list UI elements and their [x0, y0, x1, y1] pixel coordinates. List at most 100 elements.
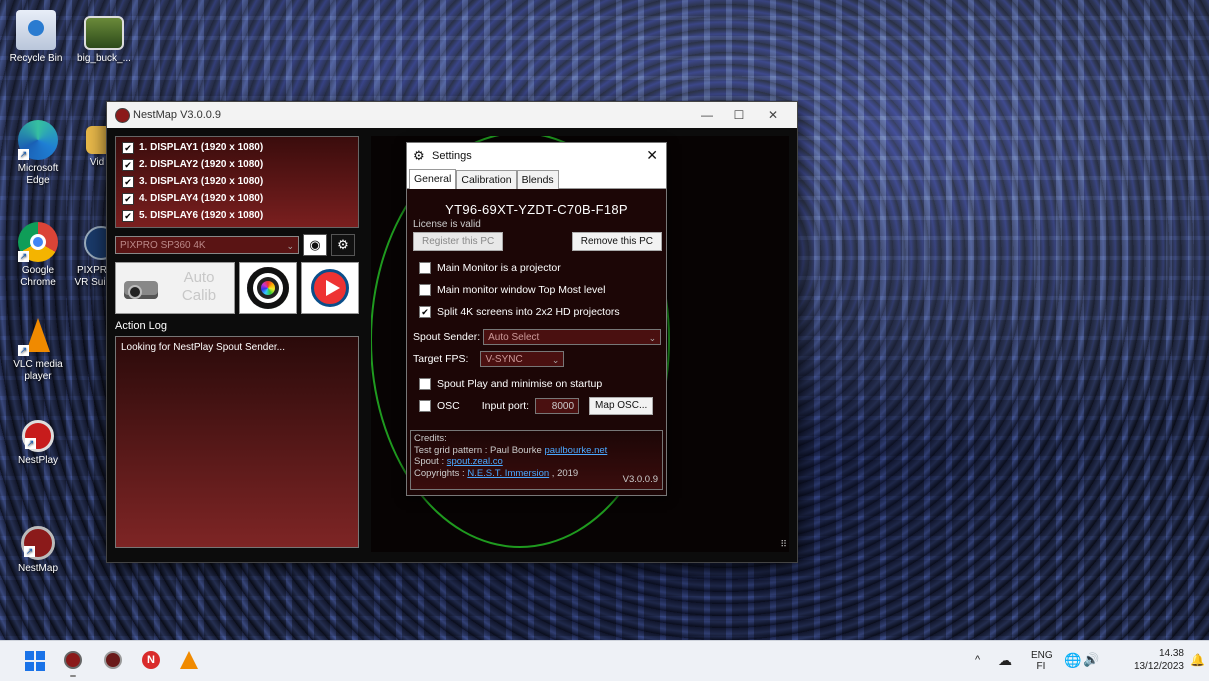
license-status: License is valid — [413, 219, 481, 230]
taskbar-vlc[interactable] — [180, 651, 200, 671]
start-button[interactable] — [25, 651, 45, 671]
tab-general[interactable]: General — [409, 169, 457, 189]
input-port-field[interactable]: 8000 — [535, 398, 580, 414]
option-split-4k[interactable]: ✔ Split 4K screens into 2x2 HD projector… — [419, 301, 666, 323]
desktop-icon-pixpro[interactable]: PIXPR VR Sui — [70, 222, 110, 289]
option-main-monitor-projector[interactable]: Main Monitor is a projector — [419, 257, 666, 279]
settings-dialog[interactable]: ⚙ Settings ✕ General Calibration Blends … — [406, 142, 667, 496]
volume-icon[interactable]: 🔊 — [1083, 652, 1099, 668]
preview-eye-button[interactable]: ◉ — [303, 234, 327, 256]
target-fps-select[interactable]: V-SYNC ⌄ — [480, 351, 565, 367]
desktop-icon-chrome[interactable]: ↗ Google Chrome — [6, 222, 70, 289]
desktop-icon-vlc[interactable]: ↗ VLC media player — [6, 316, 70, 383]
checkbox-unchecked[interactable] — [419, 284, 431, 296]
desktop-icon-vid[interactable]: Vid — [70, 120, 110, 169]
show-hidden-icons-button[interactable]: ^ — [975, 654, 980, 666]
notification-icon[interactable]: 🔔 — [1190, 653, 1205, 667]
display-label: 3. DISPLAY3 (1920 x 1080) — [139, 176, 264, 187]
close-icon[interactable]: ✕ — [646, 147, 658, 164]
desktop-icon-edge[interactable]: ↗ Microsoft Edge — [6, 120, 70, 187]
spout-link[interactable]: spout.zeal.co — [447, 456, 503, 467]
display-label: 5. DISPLAY6 (1920 x 1080) — [139, 210, 264, 221]
keyboard-layout: FI — [1036, 661, 1046, 672]
maximize-button[interactable]: ☐ — [725, 106, 753, 124]
action-log: Looking for NestPlay Spout Sender... — [115, 336, 359, 548]
cloud-sync-icon[interactable]: ☁ — [998, 652, 1012, 669]
action-log-label: Action Log — [115, 320, 167, 332]
auto-calib-button[interactable]: Auto Calib — [115, 262, 235, 314]
checkbox-checked[interactable]: ✔ — [122, 209, 134, 222]
spout-sender-label: Spout Sender: — [413, 331, 481, 343]
gear-icon: ⚙ — [337, 237, 349, 252]
desktop-icon-recycle-bin[interactable]: Recycle Bin — [4, 10, 68, 65]
language-code: ENG — [1031, 650, 1053, 661]
checkbox-checked[interactable]: ✔ — [122, 141, 134, 154]
close-button[interactable]: ✕ — [759, 106, 787, 124]
remove-pc-button[interactable]: Remove this PC — [571, 232, 662, 251]
play-button[interactable] — [301, 262, 359, 314]
option-top-most[interactable]: Main monitor window Top Most level — [419, 279, 666, 301]
camera-row: PIXPRO SP360 4K ⌄ ◉ ⚙ — [115, 234, 363, 256]
credits-text: Spout : — [414, 456, 447, 467]
spout-sender-select[interactable]: Auto Select ⌄ — [483, 329, 662, 345]
display-list[interactable]: ✔ 1. DISPLAY1 (1920 x 1080) ✔ 2. DISPLAY… — [115, 136, 359, 228]
display-item[interactable]: ✔ 1. DISPLAY1 (1920 x 1080) — [122, 139, 358, 156]
recycle-bin-icon — [16, 10, 56, 50]
tool-row: Auto Calib — [115, 262, 363, 314]
nest-immersion-link[interactable]: N.E.S.T. Immersion — [467, 468, 549, 479]
video-file-icon — [84, 16, 124, 50]
option-spout-play[interactable]: Spout Play and minimise on startup — [419, 373, 666, 395]
checkbox-checked[interactable]: ✔ — [419, 306, 431, 318]
language-indicator[interactable]: ENG FI — [1031, 650, 1053, 672]
checkbox-unchecked[interactable] — [419, 400, 431, 412]
clock[interactable]: 14.38 13/12/2023 — [1134, 647, 1184, 673]
taskbar: N ^ ☁ ENG FI 🌐 🔊 14.38 13/12/2023 🔔 — [0, 640, 1209, 681]
map-osc-button[interactable]: Map OSC... — [589, 397, 654, 415]
display-item[interactable]: ✔ 4. DISPLAY4 (1920 x 1080) — [122, 190, 358, 207]
checkbox-checked[interactable]: ✔ — [122, 192, 134, 205]
display-item[interactable]: ✔ 2. DISPLAY2 (1920 x 1080) — [122, 156, 358, 173]
shortcut-arrow-icon: ↗ — [18, 251, 29, 262]
action-log-text: Looking for NestPlay Spout Sender... — [121, 342, 285, 353]
tab-calibration[interactable]: Calibration — [456, 170, 517, 189]
desktop-icon-label: NestMap — [17, 563, 58, 574]
chevron-down-icon: ⌄ — [551, 355, 560, 365]
checkbox-unchecked[interactable] — [419, 378, 431, 390]
desktop-icon-nestmap[interactable]: ↗ NestMap — [6, 526, 70, 575]
credits-text: Test grid pattern : Paul Bourke — [414, 444, 545, 456]
taskbar-nestplay[interactable] — [104, 651, 124, 671]
window-title: NestMap V3.0.0.9 — [133, 109, 222, 121]
desktop-icon-label: Google Chrome — [20, 265, 56, 288]
checkbox-unchecked[interactable] — [419, 262, 431, 274]
display-label: 4. DISPLAY4 (1920 x 1080) — [139, 193, 264, 204]
display-item[interactable]: ✔ 5. DISPLAY6 (1920 x 1080) — [122, 207, 358, 224]
spout-sender-value: Auto Select — [488, 332, 540, 343]
taskbar-app[interactable]: N — [142, 651, 162, 671]
register-pc-button[interactable]: Register this PC — [413, 232, 504, 251]
checkbox-checked[interactable]: ✔ — [122, 175, 134, 188]
minimize-button[interactable]: — — [693, 106, 721, 124]
network-icon[interactable]: 🌐 — [1064, 652, 1081, 669]
desktop-icon-big-buck[interactable]: big_buck_... — [72, 10, 136, 65]
test-pattern-button[interactable] — [239, 262, 297, 314]
nestmap-titlebar[interactable]: NestMap V3.0.0.9 — ☐ ✕ — [107, 102, 797, 128]
osc-row: OSC Input port: 8000 Map OSC... — [419, 395, 666, 417]
windows-logo-icon — [25, 651, 45, 671]
resize-grip-icon[interactable]: ⠿ — [780, 539, 787, 550]
taskbar-nestmap[interactable] — [64, 651, 84, 677]
camera-profile-select[interactable]: PIXPRO SP360 4K ⌄ — [115, 236, 299, 254]
checkbox-checked[interactable]: ✔ — [122, 158, 134, 171]
paulbourke-link[interactable]: paulbourke.net — [544, 445, 607, 456]
chrome-icon: ↗ — [18, 222, 58, 262]
settings-titlebar[interactable]: ⚙ Settings ✕ — [407, 143, 666, 169]
eye-icon: ◉ — [309, 237, 321, 252]
tab-blends[interactable]: Blends — [516, 170, 559, 189]
option-label: Spout Play and minimise on startup — [437, 378, 603, 390]
target-fps-value: V-SYNC — [485, 354, 523, 365]
display-item[interactable]: ✔ 3. DISPLAY3 (1920 x 1080) — [122, 173, 358, 190]
desktop-icon-label: VLC media player — [13, 359, 63, 382]
desktop-icon-nestplay[interactable]: ↗ NestPlay — [6, 420, 70, 467]
vlc-icon — [180, 651, 198, 669]
credits-box: Credits: Test grid pattern : Paul Bourke… — [410, 430, 663, 490]
settings-button[interactable]: ⚙ — [331, 234, 355, 256]
